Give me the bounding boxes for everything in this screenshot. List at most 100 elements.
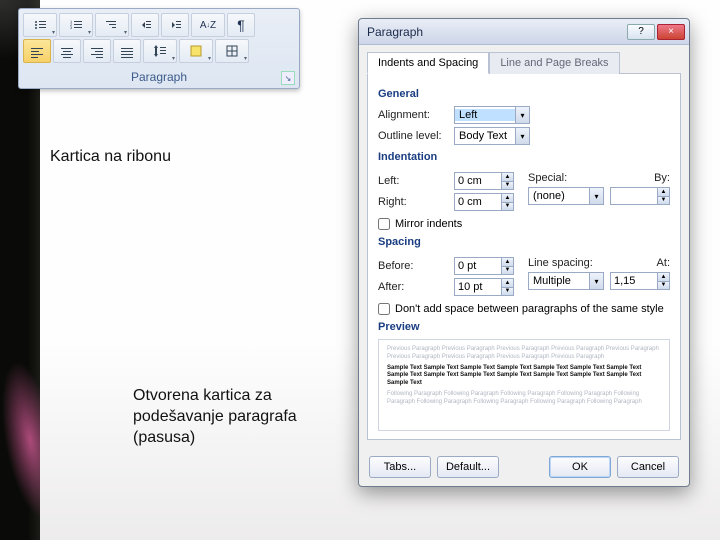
label-linespacing: Line spacing: xyxy=(528,257,598,269)
special-select[interactable]: (none)▾ xyxy=(528,187,604,205)
section-spacing: Spacing xyxy=(378,236,670,248)
no-space-checkbox[interactable]: Don't add space between paragraphs of th… xyxy=(378,303,670,315)
section-indentation: Indentation xyxy=(378,151,670,163)
by-value[interactable] xyxy=(611,188,657,204)
cancel-button[interactable]: Cancel xyxy=(617,456,679,478)
spin-up-icon[interactable]: ▲ xyxy=(657,273,669,282)
indent-right-input[interactable]: ▲▼ xyxy=(454,193,514,211)
multilevel-list-button[interactable]: ▾ xyxy=(95,13,129,37)
alignment-value: Left xyxy=(455,109,515,121)
chevron-down-icon: ▾ xyxy=(589,273,603,289)
indent-left-value[interactable] xyxy=(455,173,501,189)
numbering-button[interactable]: 123▾ xyxy=(59,13,93,37)
align-left-button[interactable] xyxy=(23,39,51,63)
spin-up-icon[interactable]: ▲ xyxy=(501,258,513,267)
dropdown-arrow-icon: ▾ xyxy=(124,29,127,36)
tabs-button[interactable]: Tabs... xyxy=(369,456,431,478)
increase-indent-button[interactable] xyxy=(161,13,189,37)
label-after: After: xyxy=(378,281,448,293)
show-hide-pilcrow-button[interactable]: ¶ xyxy=(227,13,255,37)
ribbon-row-2: ▾ ▾ ▾ xyxy=(23,39,295,63)
preview-prev-text: Previous Paragraph Previous Paragraph Pr… xyxy=(387,346,661,362)
ok-button[interactable]: OK xyxy=(549,456,611,478)
spin-up-icon[interactable]: ▲ xyxy=(501,194,513,203)
before-input[interactable]: ▲▼ xyxy=(454,257,514,275)
spin-up-icon[interactable]: ▲ xyxy=(501,173,513,182)
mirror-indents-input[interactable] xyxy=(378,218,390,230)
dialog-body: General Alignment: Left▾ Outline level: … xyxy=(367,73,681,440)
default-button[interactable]: Default... xyxy=(437,456,499,478)
spin-down-icon[interactable]: ▼ xyxy=(501,267,513,275)
borders-button[interactable]: ▾ xyxy=(215,39,249,63)
spin-down-icon[interactable]: ▼ xyxy=(501,203,513,211)
label-before: Before: xyxy=(378,260,448,272)
label-right: Right: xyxy=(378,196,448,208)
dropdown-arrow-icon: ▾ xyxy=(208,55,211,62)
preview-box: Previous Paragraph Previous Paragraph Pr… xyxy=(378,339,670,431)
chevron-down-icon: ▾ xyxy=(589,188,603,204)
indent-left-input[interactable]: ▲▼ xyxy=(454,172,514,190)
shading-button[interactable]: ▾ xyxy=(179,39,213,63)
justify-button[interactable] xyxy=(113,39,141,63)
preview-sample-text: Sample Text Sample Text Sample Text Samp… xyxy=(387,365,661,388)
outline-value: Body Text xyxy=(455,130,515,142)
after-value[interactable] xyxy=(455,279,501,295)
indent-right-value[interactable] xyxy=(455,194,501,210)
alignment-select[interactable]: Left▾ xyxy=(454,106,530,124)
dialog-titlebar: Paragraph ? × xyxy=(359,19,689,45)
by-input[interactable]: ▲▼ xyxy=(610,187,670,205)
dropdown-arrow-icon: ▾ xyxy=(88,29,91,36)
dialog-title: Paragraph xyxy=(367,25,625,39)
spin-down-icon[interactable]: ▼ xyxy=(501,288,513,296)
spin-up-icon[interactable]: ▲ xyxy=(657,188,669,197)
close-button[interactable]: × xyxy=(657,24,685,40)
tab-line-page-breaks[interactable]: Line and Page Breaks xyxy=(489,52,619,74)
linespacing-select[interactable]: Multiple▾ xyxy=(528,272,604,290)
mirror-indents-label: Mirror indents xyxy=(395,218,462,230)
label-outline: Outline level: xyxy=(378,130,448,142)
at-value[interactable] xyxy=(611,273,657,289)
label-at: At: xyxy=(657,257,670,269)
spin-down-icon[interactable]: ▼ xyxy=(501,182,513,190)
bullets-button[interactable]: ▾ xyxy=(23,13,57,37)
caption-ribbon: Kartica na ribonu xyxy=(50,148,171,166)
special-value: (none) xyxy=(529,190,589,202)
mirror-indents-checkbox[interactable]: Mirror indents xyxy=(378,218,670,230)
section-general: General xyxy=(378,88,670,100)
tab-indents-spacing[interactable]: Indents and Spacing xyxy=(367,52,489,74)
dropdown-arrow-icon: ▾ xyxy=(172,55,175,62)
caption-dialog: Otvorena kartica za podešavanje paragraf… xyxy=(133,386,343,448)
preview-next-text: Following Paragraph Following Paragraph … xyxy=(387,391,661,407)
section-preview: Preview xyxy=(378,321,670,333)
chevron-down-icon: ▾ xyxy=(515,128,529,144)
ribbon-paragraph-group: ▾ 123▾ ▾ A↓Z ¶ ▾ ▾ ▾ Paragraph ↘ xyxy=(18,8,300,89)
help-button[interactable]: ? xyxy=(627,24,655,40)
after-input[interactable]: ▲▼ xyxy=(454,278,514,296)
align-center-button[interactable] xyxy=(53,39,81,63)
align-right-button[interactable] xyxy=(83,39,111,63)
ribbon-group-label: Paragraph xyxy=(131,70,187,84)
label-alignment: Alignment: xyxy=(378,109,448,121)
spin-down-icon[interactable]: ▼ xyxy=(657,197,669,205)
dialog-button-bar: Tabs... Default... OK Cancel xyxy=(359,448,689,486)
sort-button[interactable]: A↓Z xyxy=(191,13,225,37)
outline-level-select[interactable]: Body Text▾ xyxy=(454,127,530,145)
linespacing-value: Multiple xyxy=(529,275,589,287)
before-value[interactable] xyxy=(455,258,501,274)
chevron-down-icon: ▾ xyxy=(515,107,529,123)
line-spacing-button[interactable]: ▾ xyxy=(143,39,177,63)
svg-text:3: 3 xyxy=(70,25,73,30)
spin-up-icon[interactable]: ▲ xyxy=(501,279,513,288)
label-special: Special: xyxy=(528,172,598,184)
at-input[interactable]: ▲▼ xyxy=(610,272,670,290)
dropdown-arrow-icon: ▾ xyxy=(52,29,55,36)
no-space-label: Don't add space between paragraphs of th… xyxy=(395,303,664,315)
decrease-indent-button[interactable] xyxy=(131,13,159,37)
no-space-input[interactable] xyxy=(378,303,390,315)
paragraph-dialog: Paragraph ? × Indents and Spacing Line a… xyxy=(358,18,690,487)
dialog-tabs: Indents and Spacing Line and Page Breaks xyxy=(359,45,689,73)
ribbon-group-title: Paragraph ↘ xyxy=(19,67,299,88)
label-by: By: xyxy=(654,172,670,184)
dialog-launcher-button[interactable]: ↘ xyxy=(281,71,295,85)
spin-down-icon[interactable]: ▼ xyxy=(657,282,669,290)
